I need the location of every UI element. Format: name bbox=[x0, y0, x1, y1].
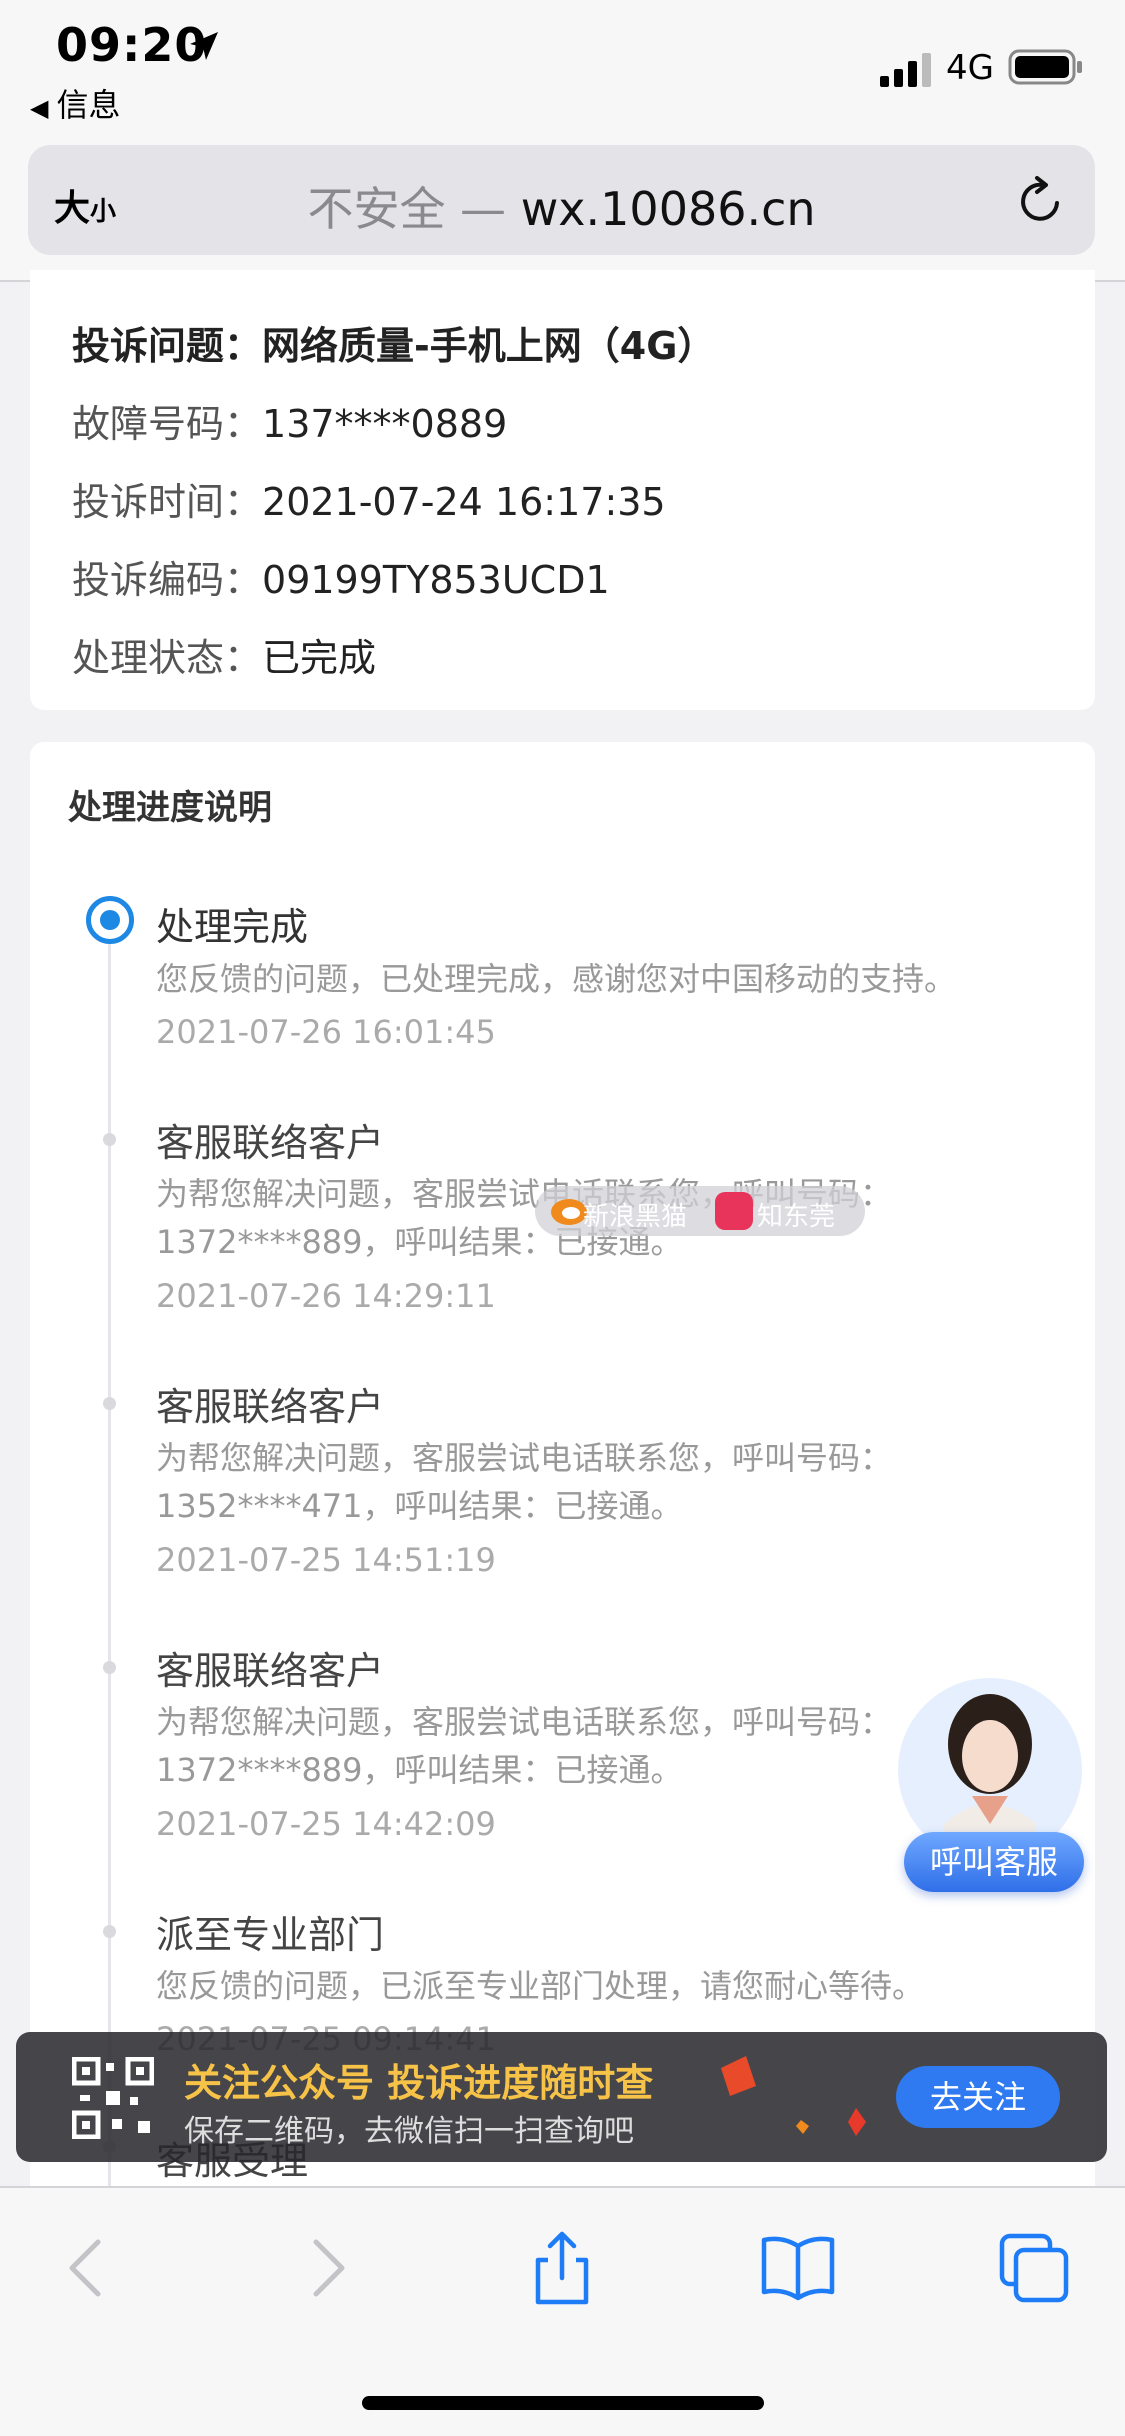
time-label: 投诉时间： bbox=[72, 480, 263, 524]
browser-address-area: 大小 不安全 — wx.10086.cn bbox=[0, 140, 1125, 282]
status-bar: 09:20 ◀ 信息 4G bbox=[0, 0, 1125, 140]
bookmarks-icon[interactable] bbox=[758, 2228, 838, 2308]
timeline-dot bbox=[103, 1133, 116, 1146]
battery-icon bbox=[1008, 49, 1082, 85]
timeline-active-icon bbox=[86, 896, 134, 944]
status-row: 处理状态：已完成 bbox=[72, 627, 376, 682]
step-desc: 为帮您解决问题，客服尝试电话联系您，呼叫号码：1352****471，呼叫结果：… bbox=[156, 1439, 893, 1525]
code-value: 09199TY853UCD1 bbox=[262, 558, 610, 602]
qr-code-icon bbox=[72, 2057, 154, 2139]
decoration-icon bbox=[721, 2056, 866, 2136]
number-value: 137****0889 bbox=[262, 402, 508, 446]
issue-row: 投诉问题：网络质量-手机上网（4G） bbox=[72, 315, 715, 370]
reload-icon[interactable] bbox=[1013, 173, 1069, 229]
tabs-icon[interactable] bbox=[994, 2228, 1074, 2308]
address-bar[interactable]: 大小 不安全 — wx.10086.cn bbox=[28, 145, 1095, 255]
timeline-dot bbox=[103, 1925, 116, 1938]
timeline-dot bbox=[103, 1661, 116, 1674]
network-type: 4G bbox=[946, 48, 994, 88]
url-display[interactable]: 不安全 — wx.10086.cn bbox=[28, 173, 1095, 239]
location-arrow-icon bbox=[190, 32, 218, 60]
step-time: 2021-07-26 16:01:45 bbox=[156, 1013, 496, 1051]
home-indicator[interactable] bbox=[362, 2396, 764, 2410]
watermark-site2: 知东莞 bbox=[757, 1202, 836, 1232]
time-row: 投诉时间：2021-07-24 16:17:35 bbox=[72, 471, 666, 526]
follow-account-banner[interactable]: 关注公众号 投诉进度随时查 保存二维码，去微信扫一扫查询吧 去关注 bbox=[16, 2032, 1107, 2162]
banner-subtitle: 保存二维码，去微信扫一扫查询吧 bbox=[184, 2114, 634, 2149]
step-time: 2021-07-26 14:29:11 bbox=[156, 1277, 496, 1315]
cellular-signal-icon bbox=[880, 53, 931, 87]
step-title: 派至专业部门 bbox=[156, 1913, 385, 1957]
back-icon[interactable] bbox=[48, 2228, 128, 2308]
progress-title: 处理进度说明 bbox=[68, 788, 272, 828]
issue-label: 投诉问题： bbox=[72, 324, 263, 368]
number-label: 故障号码： bbox=[72, 402, 263, 446]
step-title: 客服联络客户 bbox=[156, 1649, 385, 1693]
code-row: 投诉编码：09199TY853UCD1 bbox=[72, 549, 610, 604]
issue-value: 网络质量-手机上网（4G） bbox=[262, 324, 716, 368]
timeline-line bbox=[108, 920, 111, 2220]
status-value: 已完成 bbox=[262, 636, 377, 680]
code-label: 投诉编码： bbox=[72, 558, 263, 602]
step-desc: 您反馈的问题，已处理完成，感谢您对中国移动的支持。 bbox=[156, 960, 957, 998]
banner-title: 关注公众号 投诉进度随时查 bbox=[184, 2061, 654, 2105]
forward-icon[interactable] bbox=[286, 2228, 366, 2308]
back-to-app-link[interactable]: ◀ 信息 bbox=[30, 80, 120, 126]
security-label: 不安全 bbox=[307, 182, 446, 236]
step-title: 处理完成 bbox=[156, 905, 309, 949]
number-row: 故障号码：137****0889 bbox=[72, 393, 507, 448]
step-time: 2021-07-25 14:42:09 bbox=[156, 1805, 496, 1843]
watermark-site1: 新浪黑猫 bbox=[583, 1202, 688, 1232]
follow-button[interactable]: 去关注 bbox=[896, 2066, 1060, 2128]
share-icon[interactable] bbox=[522, 2228, 602, 2308]
url-host: wx.10086.cn bbox=[520, 182, 816, 236]
step-title: 客服联络客户 bbox=[156, 1385, 385, 1429]
time-value: 2021-07-24 16:17:35 bbox=[262, 480, 666, 524]
call-service-widget[interactable]: 呼叫客服 bbox=[876, 1674, 1104, 1896]
complaint-info-card: 投诉问题：网络质量-手机上网（4G） 故障号码：137****0889 投诉时间… bbox=[30, 270, 1095, 710]
watermark: 新浪黑猫 知东莞 bbox=[535, 1186, 865, 1236]
step-desc: 您反馈的问题，已派至专业部门处理，请您耐心等待。 bbox=[156, 1967, 925, 2005]
back-triangle-icon: ◀ bbox=[30, 94, 49, 122]
status-label: 处理状态： bbox=[72, 636, 263, 680]
call-service-button[interactable]: 呼叫客服 bbox=[904, 1832, 1084, 1892]
zhidongguan-logo-icon bbox=[715, 1192, 753, 1230]
timeline-dot bbox=[103, 1397, 116, 1410]
url-separator: — bbox=[445, 182, 521, 236]
step-time: 2021-07-25 14:51:19 bbox=[156, 1541, 496, 1579]
back-app-label: 信息 bbox=[56, 86, 121, 124]
step-title: 客服联络客户 bbox=[156, 1121, 385, 1165]
